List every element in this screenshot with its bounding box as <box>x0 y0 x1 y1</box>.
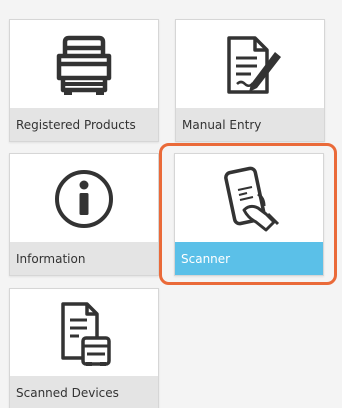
scanner-icon-area <box>175 154 323 244</box>
registered-products-label: Registered Products <box>10 108 158 141</box>
scanned-devices-label: Scanned Devices <box>10 376 158 408</box>
phone-scan-icon <box>214 164 284 234</box>
manual-entry-tile[interactable]: Manual Entry <box>175 19 325 142</box>
registered-products-icon-area <box>10 20 158 110</box>
registered-products-tile[interactable]: Registered Products <box>9 19 159 142</box>
printer-icon <box>51 32 117 98</box>
manual-entry-icon-area <box>176 20 324 110</box>
information-tile[interactable]: Information <box>9 153 159 276</box>
scanner-label: Scanner <box>175 242 323 275</box>
info-icon <box>51 166 117 232</box>
document-printer-icon <box>49 298 119 368</box>
document-pen-icon <box>215 30 285 100</box>
information-label: Information <box>10 242 158 275</box>
scanned-devices-tile[interactable]: Scanned Devices <box>9 288 159 408</box>
scanned-devices-icon-area <box>10 289 158 376</box>
information-icon-area <box>10 154 158 244</box>
menu-grid: Registered Products Manual Entry Informa… <box>0 0 342 408</box>
manual-entry-label: Manual Entry <box>176 108 324 141</box>
scanner-tile[interactable]: Scanner <box>174 153 324 276</box>
